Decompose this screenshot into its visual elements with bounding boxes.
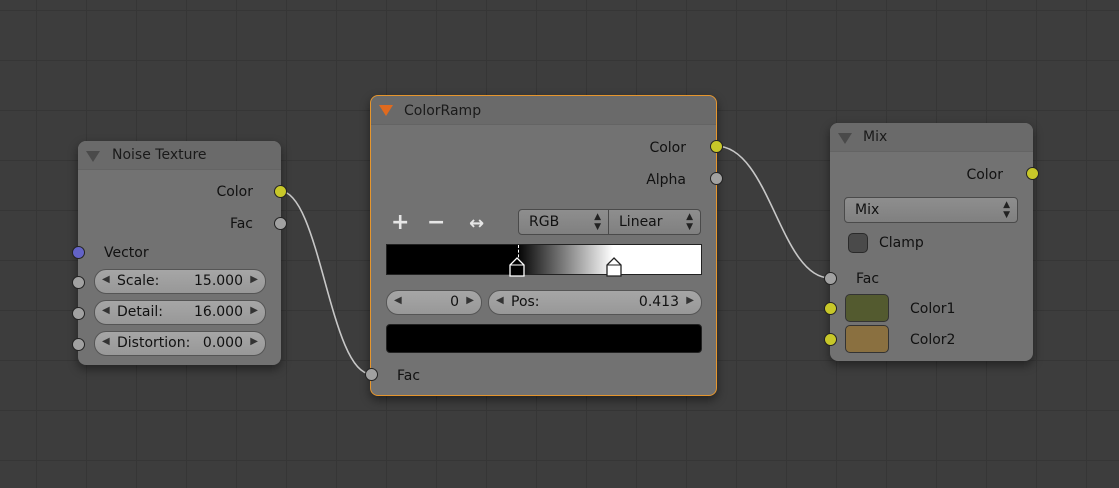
color-stops <box>386 244 702 284</box>
mix-input-fac-socket[interactable] <box>824 272 837 285</box>
output-color-label: Color <box>216 184 253 200</box>
increment-arrow-icon[interactable]: ▶ <box>466 295 474 306</box>
noise-output-color-socket[interactable] <box>274 185 287 198</box>
color1-label: Color1 <box>910 301 956 317</box>
scale-field[interactable]: ◀ Scale: 15.000 ▶ <box>94 269 266 294</box>
node-title: ColorRamp <box>404 103 482 119</box>
distortion-field[interactable]: ◀ Distortion: 0.000 ▶ <box>94 331 266 356</box>
input-fac-label: Fac <box>397 368 421 384</box>
collapse-triangle-icon[interactable] <box>86 151 100 162</box>
clamp-checkbox[interactable] <box>848 233 868 253</box>
increment-arrow-icon[interactable]: ▶ <box>250 274 258 285</box>
updown-arrow-icon: ▲ ▼ <box>686 212 693 232</box>
noise-texture-header[interactable]: Noise Texture <box>78 141 281 170</box>
updown-arrow-icon: ▲ ▼ <box>1003 200 1010 220</box>
increment-arrow-icon[interactable]: ▶ <box>250 305 258 316</box>
decrement-arrow-icon[interactable]: ◀ <box>394 295 402 306</box>
mix-header[interactable]: Mix <box>830 123 1033 152</box>
color-mode-dropdown[interactable]: RGB ▲ ▼ <box>518 209 609 235</box>
input-fac-label: Fac <box>856 271 880 287</box>
decrement-arrow-icon[interactable]: ◀ <box>102 336 110 347</box>
mix-node[interactable]: Mix Color Mix ▲ ▼ Clamp Fac Color1 Color2 <box>830 123 1033 361</box>
node-title: Mix <box>863 129 888 145</box>
color2-label: Color2 <box>910 332 956 348</box>
colorramp-header[interactable]: ColorRamp <box>371 96 716 125</box>
output-color-label: Color <box>649 140 686 156</box>
input-vector-label: Vector <box>104 245 149 261</box>
noise-input-distortion-socket[interactable] <box>72 338 85 351</box>
ramp-input-fac-socket[interactable] <box>365 368 378 381</box>
detail-field[interactable]: ◀ Detail: 16.000 ▶ <box>94 300 266 325</box>
collapse-triangle-icon[interactable] <box>838 133 852 144</box>
active-stop-color-swatch[interactable] <box>386 324 702 353</box>
noise-output-fac-socket[interactable] <box>274 217 287 230</box>
noise-input-vector-socket[interactable] <box>72 246 85 259</box>
clamp-label: Clamp <box>879 235 924 251</box>
stop-position-field[interactable]: ◀ Pos: 0.413 ▶ <box>488 290 702 315</box>
active-stop-index-field[interactable]: ◀ 0 ▶ <box>386 290 482 315</box>
colorramp-node[interactable]: ColorRamp Color Alpha + − ↔ RGB ▲ ▼ Linea… <box>370 95 717 396</box>
output-alpha-label: Alpha <box>646 172 686 188</box>
decrement-arrow-icon[interactable]: ◀ <box>102 274 110 285</box>
color-stop-marker-1[interactable] <box>606 257 622 277</box>
flip-ramp-icon[interactable]: ↔ <box>469 213 484 234</box>
ramp-output-color-socket[interactable] <box>710 140 723 153</box>
mix-output-color-socket[interactable] <box>1026 167 1039 180</box>
collapse-triangle-icon[interactable] <box>379 105 393 116</box>
color2-swatch[interactable] <box>845 325 889 353</box>
node-title: Noise Texture <box>112 147 207 163</box>
mix-input-color2-socket[interactable] <box>824 333 837 346</box>
decrement-arrow-icon[interactable]: ◀ <box>102 305 110 316</box>
color1-swatch[interactable] <box>845 294 889 322</box>
link-ramp-color-to-mix-fac <box>715 145 831 279</box>
output-color-label: Color <box>966 167 1003 183</box>
increment-arrow-icon[interactable]: ▶ <box>250 336 258 347</box>
noise-texture-node[interactable]: Noise Texture Color Fac Vector ◀ Scale: … <box>78 141 281 365</box>
decrement-arrow-icon[interactable]: ◀ <box>496 295 504 306</box>
remove-stop-icon[interactable]: − <box>427 210 445 235</box>
add-stop-icon[interactable]: + <box>391 210 409 235</box>
color-stop-marker-0[interactable] <box>509 257 525 277</box>
increment-arrow-icon[interactable]: ▶ <box>686 295 694 306</box>
ramp-output-alpha-socket[interactable] <box>710 172 723 185</box>
updown-arrow-icon: ▲ ▼ <box>594 212 601 232</box>
blend-mode-dropdown[interactable]: Mix ▲ ▼ <box>844 197 1018 223</box>
mix-input-color1-socket[interactable] <box>824 302 837 315</box>
noise-input-detail-socket[interactable] <box>72 307 85 320</box>
output-fac-label: Fac <box>229 216 253 232</box>
noise-input-scale-socket[interactable] <box>72 276 85 289</box>
interpolation-dropdown[interactable]: Linear ▲ ▼ <box>609 209 701 235</box>
link-noise-color-to-ramp-fac <box>279 190 372 375</box>
